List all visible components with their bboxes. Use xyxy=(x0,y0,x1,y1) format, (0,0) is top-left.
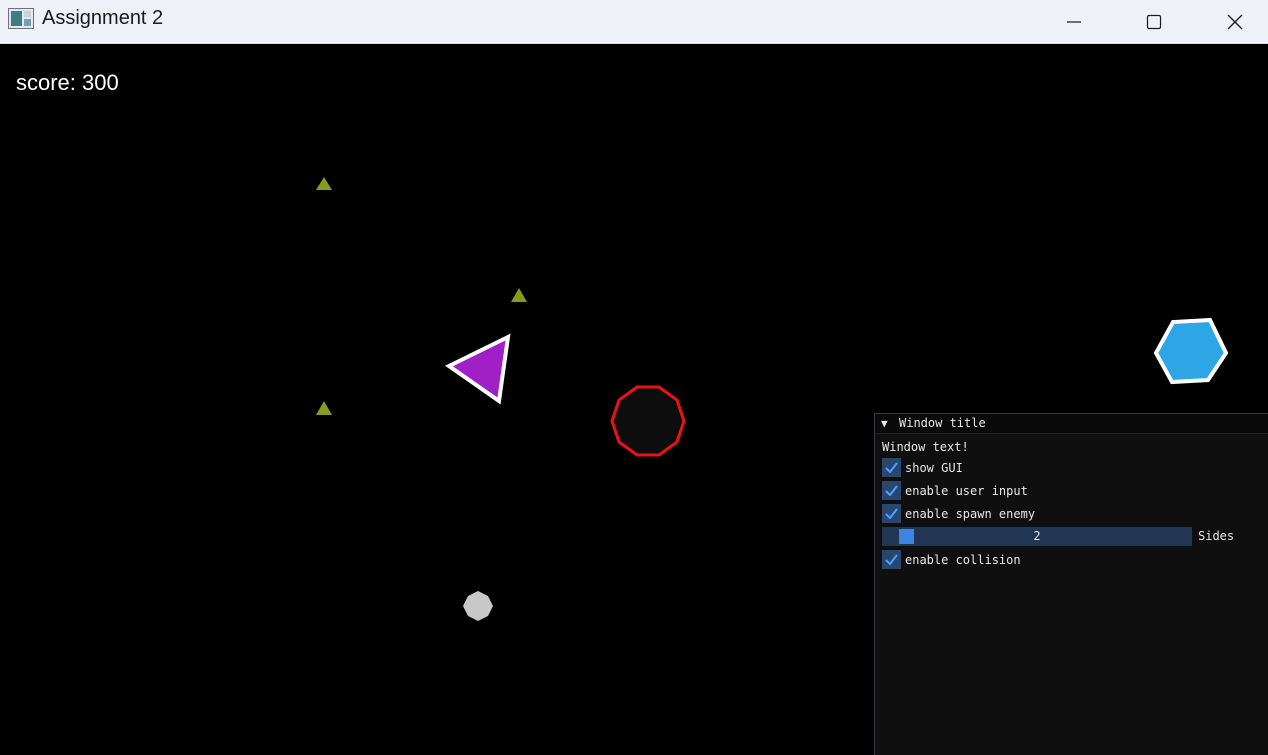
gui-title: Window title xyxy=(899,416,986,430)
close-button[interactable] xyxy=(1212,0,1258,44)
collapse-arrow-icon[interactable]: ▼ xyxy=(881,417,888,430)
checkbox[interactable] xyxy=(882,481,901,500)
checkbox-show-gui[interactable]: show GUI xyxy=(882,458,963,477)
player-triangle xyxy=(445,333,511,405)
checkmark-icon xyxy=(885,485,898,496)
checkbox[interactable] xyxy=(882,504,901,523)
small-enemy-triangle xyxy=(316,177,332,190)
checkbox-label: enable collision xyxy=(905,552,1021,567)
small-enemy-triangle xyxy=(316,401,332,415)
slider-value: 2 xyxy=(1033,529,1041,543)
minimize-icon xyxy=(1067,21,1081,23)
enemy-decagon xyxy=(610,385,686,457)
window-titlebar: Assignment 2 xyxy=(0,0,1268,44)
checkbox[interactable] xyxy=(882,550,901,569)
checkbox-enable-user-input[interactable]: enable user input xyxy=(882,481,1028,500)
window-title: Assignment 2 xyxy=(42,7,164,29)
checkbox-label: show GUI xyxy=(905,460,963,475)
gui-text: Window text! xyxy=(882,440,969,454)
checkmark-icon xyxy=(885,508,898,519)
minimize-button[interactable] xyxy=(1051,0,1097,44)
gui-titlebar[interactable]: ▼ Window title xyxy=(875,414,1268,434)
checkbox-enable-collision[interactable]: enable collision xyxy=(882,550,1021,569)
checkbox-label: enable spawn enemy xyxy=(905,506,1036,521)
sides-slider[interactable]: 2 xyxy=(882,527,1192,546)
close-icon xyxy=(1227,14,1243,30)
grey-octagon xyxy=(463,591,493,621)
maximize-button[interactable] xyxy=(1131,0,1177,44)
checkbox-label: enable user input xyxy=(905,483,1028,498)
checkmark-icon xyxy=(885,462,898,473)
checkbox-enable-spawn-enemy[interactable]: enable spawn enemy xyxy=(882,504,1035,523)
app-icon xyxy=(8,8,34,29)
small-enemy-triangle xyxy=(511,288,527,302)
maximize-icon xyxy=(1146,14,1162,30)
checkbox[interactable] xyxy=(882,458,901,477)
checkmark-icon xyxy=(885,554,898,565)
enemy-hexagon xyxy=(1153,317,1229,385)
slider-label: Sides xyxy=(1198,529,1235,543)
gui-window[interactable]: ▼ Window title Window text! show GUI ena… xyxy=(874,413,1268,755)
